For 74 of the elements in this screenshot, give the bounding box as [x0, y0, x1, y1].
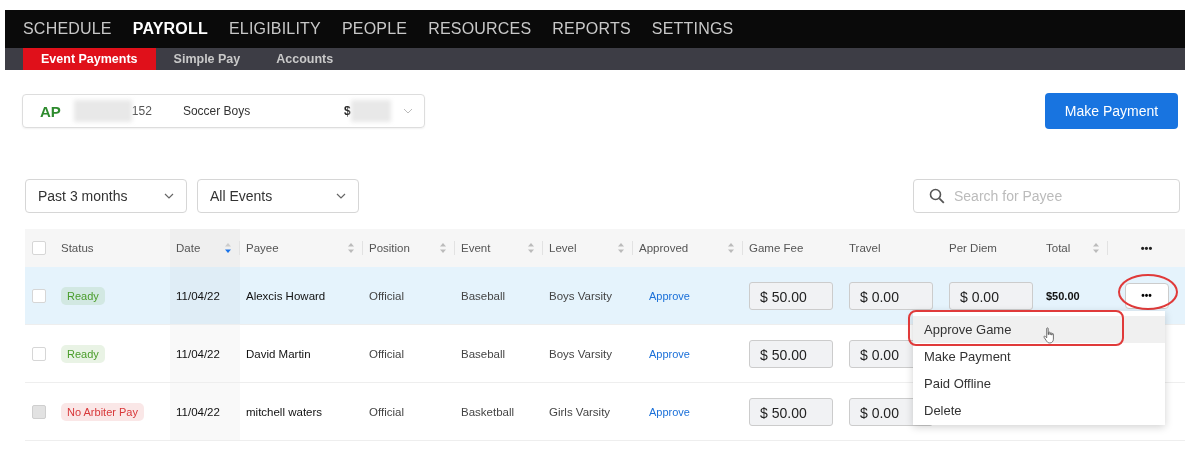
- make-payment-button[interactable]: Make Payment: [1045, 93, 1178, 129]
- sort-icon[interactable]: [617, 242, 625, 254]
- subnav-tab[interactable]: Event Payments: [23, 48, 156, 70]
- more-options-header[interactable]: •••: [1140, 242, 1153, 254]
- table-cell: Girls Varsity: [549, 405, 611, 418]
- table-cell: Baseball: [461, 347, 506, 360]
- amount-field[interactable]: $ 0.00: [949, 281, 1033, 310]
- account-name: Soccer Boys: [182, 104, 252, 118]
- account-number: 152: [131, 104, 152, 118]
- account-selector[interactable]: AP 152 Soccer Boys $: [22, 94, 425, 128]
- approve-link[interactable]: Approve: [649, 289, 690, 302]
- table-cell: Baseball: [461, 289, 506, 302]
- nav-tab[interactable]: RESOURCES: [428, 20, 532, 38]
- filter-dropdown[interactable]: All Events: [197, 179, 359, 213]
- column-header: Position: [369, 242, 411, 254]
- nav-tab[interactable]: PAYROLL: [132, 20, 208, 38]
- table-cell: Boys Varsity: [549, 347, 613, 360]
- sort-icon[interactable]: [439, 242, 447, 254]
- table-cell: Boys Varsity: [549, 289, 613, 302]
- status-badge: Ready: [61, 286, 105, 305]
- column-header: Travel: [849, 242, 882, 254]
- more-options-button[interactable]: •••: [1124, 282, 1169, 309]
- search-icon: [929, 188, 945, 204]
- table-cell: Official: [369, 405, 404, 418]
- nav-tab[interactable]: REPORTS: [552, 20, 631, 38]
- column-header: Total: [1046, 242, 1072, 254]
- column-header: Approved: [639, 242, 690, 254]
- filter-dropdown[interactable]: Past 3 months: [25, 179, 187, 213]
- table-cell: 11/04/22: [176, 347, 220, 360]
- hand-cursor-icon: [1043, 326, 1056, 345]
- subnav-tab[interactable]: Simple Pay: [155, 48, 259, 70]
- table-cell: $50.00: [1046, 289, 1080, 302]
- sort-icon[interactable]: [527, 242, 535, 254]
- column-header: Per Diem: [949, 242, 998, 254]
- sort-icon[interactable]: [224, 242, 232, 254]
- amount-field[interactable]: $ 50.00: [749, 339, 833, 368]
- account-code: AP: [40, 102, 61, 120]
- account-amount: $: [343, 104, 351, 118]
- menu-item[interactable]: Approve Game: [913, 316, 1165, 343]
- column-header: Level: [549, 242, 578, 254]
- sort-icon[interactable]: [727, 242, 735, 254]
- table-cell: Official: [369, 347, 404, 360]
- chevron-down-icon: [336, 193, 346, 199]
- table-cell: Alexcis Howard: [246, 289, 326, 302]
- table-cell: Official: [369, 289, 404, 302]
- column-header: Date: [176, 242, 202, 254]
- column-header: Game Fee: [749, 242, 805, 254]
- table-cell: David Martin: [246, 347, 311, 360]
- search-field[interactable]: Search for Payee: [913, 179, 1180, 213]
- approve-link[interactable]: Approve: [649, 347, 690, 360]
- sort-icon[interactable]: [347, 242, 355, 254]
- status-badge: No Arbiter Pay: [61, 402, 144, 421]
- column-header: Payee: [246, 242, 280, 254]
- column-header: Status: [61, 242, 95, 254]
- amount-field[interactable]: $ 0.00: [849, 281, 933, 310]
- table-cell: mitchell waters: [246, 405, 323, 418]
- chevron-down-icon: [402, 108, 413, 114]
- row-checkbox[interactable]: [32, 288, 46, 303]
- table-cell: 11/04/22: [176, 405, 220, 418]
- sort-icon[interactable]: [1092, 242, 1100, 254]
- column-header: Event: [461, 242, 492, 254]
- nav-tab[interactable]: SETTINGS: [651, 20, 734, 38]
- subnav-tab[interactable]: Accounts: [258, 48, 352, 70]
- table-row[interactable]: Ready 11/04/22 Alexcis Howard Official Baseball Boys Varsity Approve $ 50.00 $ 0.00 $ 0.00 $50.00 •••: [25, 267, 1185, 325]
- status-badge: Ready: [61, 344, 105, 363]
- table-cell: Basketball: [461, 405, 515, 418]
- amount-field[interactable]: $ 50.00: [749, 281, 833, 310]
- chevron-down-icon: [164, 193, 174, 199]
- table-cell: 11/04/22: [176, 289, 220, 302]
- row-checkbox[interactable]: [32, 346, 46, 361]
- nav-tab[interactable]: SCHEDULE: [23, 20, 112, 38]
- nav-tab[interactable]: ELIGIBILITY: [228, 20, 321, 38]
- select-all-checkbox[interactable]: [32, 241, 46, 255]
- nav-tab[interactable]: PEOPLE: [341, 20, 408, 38]
